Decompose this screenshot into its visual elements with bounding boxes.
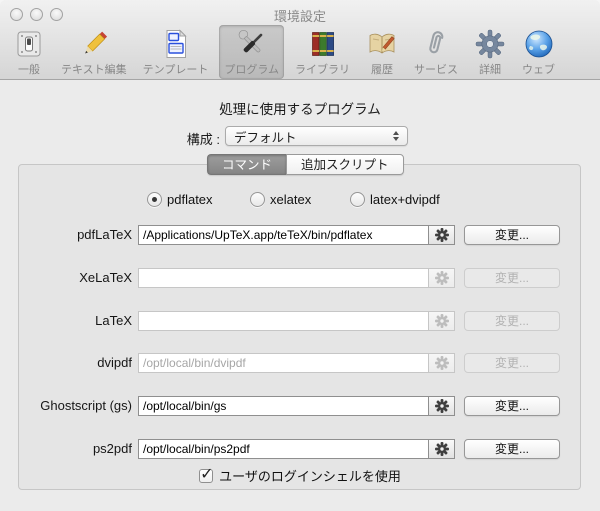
radio-latex-dvipdf[interactable]: latex+dvipdf bbox=[350, 192, 440, 207]
config-label: 構成 : bbox=[130, 129, 220, 148]
toolbar-label: テンプレート bbox=[143, 61, 209, 77]
ghostscript-gear-button[interactable] bbox=[428, 397, 454, 415]
path-field-unit bbox=[138, 396, 455, 416]
row-label-ghostscript: Ghostscript (gs) bbox=[0, 396, 132, 416]
toolbar: 一般 テキスト編集 bbox=[8, 25, 560, 79]
gear-small-icon bbox=[435, 399, 449, 413]
radio-button-icon bbox=[250, 192, 265, 207]
toolbar-label: 詳細 bbox=[479, 61, 501, 77]
ps2pdf-path-input[interactable] bbox=[139, 440, 428, 458]
gear-icon bbox=[474, 28, 506, 60]
toolbar-item-history[interactable]: 履歴 bbox=[361, 25, 403, 79]
switch-icon bbox=[13, 28, 45, 60]
pdflatex-change-button[interactable]: 変更... bbox=[464, 225, 560, 245]
paperclip-icon bbox=[420, 28, 452, 60]
latex-path-input bbox=[139, 312, 428, 330]
tab-bar: コマンド 追加スクリプト bbox=[207, 154, 404, 175]
toolbar-item-template[interactable]: テンプレート bbox=[138, 25, 214, 79]
path-field-unit bbox=[138, 353, 455, 373]
toolbar-label: サービス bbox=[414, 61, 458, 77]
template-icon bbox=[160, 28, 192, 60]
checkmark-icon: ✓ bbox=[200, 464, 213, 484]
xelatex-gear-button bbox=[428, 269, 454, 287]
pdflatex-path-input[interactable] bbox=[139, 226, 428, 244]
row-label-latex: LaTeX bbox=[0, 311, 132, 331]
row-label-xelatex: XeLaTeX bbox=[0, 268, 132, 288]
ghostscript-path-input[interactable] bbox=[139, 397, 428, 415]
radio-label: pdflatex bbox=[167, 192, 213, 207]
dvipdf-gear-button bbox=[428, 354, 454, 372]
gear-small-icon bbox=[435, 271, 449, 285]
popup-arrows-icon bbox=[387, 131, 405, 141]
radio-button-icon bbox=[147, 192, 162, 207]
toolbar-item-web[interactable]: ウェブ bbox=[517, 25, 560, 79]
toolbar-item-text-editing[interactable]: テキスト編集 bbox=[56, 25, 132, 79]
path-field-unit bbox=[138, 225, 455, 245]
path-field-unit bbox=[138, 268, 455, 288]
path-field-unit bbox=[138, 311, 455, 331]
ghostscript-change-button[interactable]: 変更... bbox=[464, 396, 560, 416]
gear-small-icon bbox=[435, 228, 449, 242]
toolbar-label: 履歴 bbox=[371, 61, 393, 77]
config-popup-value: デフォルト bbox=[226, 127, 387, 146]
toolbar-label: 一般 bbox=[18, 61, 40, 77]
radio-xelatex[interactable]: xelatex bbox=[250, 192, 311, 207]
gear-small-icon bbox=[435, 442, 449, 456]
ps2pdf-gear-button[interactable] bbox=[428, 440, 454, 458]
toolbar-label: ライブラリ bbox=[295, 61, 350, 77]
config-popup[interactable]: デフォルト bbox=[225, 126, 408, 146]
latex-change-button: 変更... bbox=[464, 311, 560, 331]
toolbar-item-services[interactable]: サービス bbox=[409, 25, 463, 79]
radio-label: xelatex bbox=[270, 192, 311, 207]
xelatex-change-button: 変更... bbox=[464, 268, 560, 288]
row-label-dvipdf: dvipdf bbox=[0, 353, 132, 373]
toolbar-label: テキスト編集 bbox=[61, 61, 127, 77]
preferences-window: 環境設定 一般 bbox=[0, 0, 600, 511]
pencil-icon bbox=[78, 28, 110, 60]
gear-small-icon bbox=[435, 356, 449, 370]
toolbar-item-advanced[interactable]: 詳細 bbox=[469, 25, 511, 79]
dvipdf-change-button: 変更... bbox=[464, 353, 560, 373]
open-book-icon bbox=[366, 28, 398, 60]
checkbox-label: ユーザのログインシェルを使用 bbox=[219, 466, 401, 485]
dvipdf-path-input bbox=[139, 354, 428, 372]
login-shell-checkbox-row[interactable]: ✓ ユーザのログインシェルを使用 bbox=[0, 466, 600, 485]
row-label-ps2pdf: ps2pdf bbox=[0, 439, 132, 459]
xelatex-path-input bbox=[139, 269, 428, 287]
page-title: 処理に使用するプログラム bbox=[0, 98, 600, 118]
tab-command[interactable]: コマンド bbox=[207, 154, 286, 175]
radio-label: latex+dvipdf bbox=[370, 192, 440, 207]
toolbar-item-program[interactable]: プログラム bbox=[219, 25, 284, 79]
toolbar-item-library[interactable]: ライブラリ bbox=[290, 25, 355, 79]
tab-additional-scripts[interactable]: 追加スクリプト bbox=[286, 154, 404, 175]
gear-small-icon bbox=[435, 314, 449, 328]
titlebar-toolbar: 環境設定 一般 bbox=[0, 0, 600, 80]
window-title: 環境設定 bbox=[0, 6, 600, 25]
toolbar-label: プログラム bbox=[224, 61, 279, 77]
radio-pdflatex[interactable]: pdflatex bbox=[147, 192, 213, 207]
toolbar-item-general[interactable]: 一般 bbox=[8, 25, 50, 79]
tools-icon bbox=[236, 28, 268, 60]
pdflatex-gear-button[interactable] bbox=[428, 226, 454, 244]
globe-icon bbox=[523, 28, 555, 60]
ps2pdf-change-button[interactable]: 変更... bbox=[464, 439, 560, 459]
checkbox-icon[interactable]: ✓ bbox=[199, 469, 213, 483]
radio-button-icon bbox=[350, 192, 365, 207]
books-icon bbox=[307, 28, 339, 60]
row-label-pdflatex: pdfLaTeX bbox=[0, 225, 132, 245]
path-field-unit bbox=[138, 439, 455, 459]
latex-gear-button bbox=[428, 312, 454, 330]
toolbar-label: ウェブ bbox=[522, 61, 555, 77]
